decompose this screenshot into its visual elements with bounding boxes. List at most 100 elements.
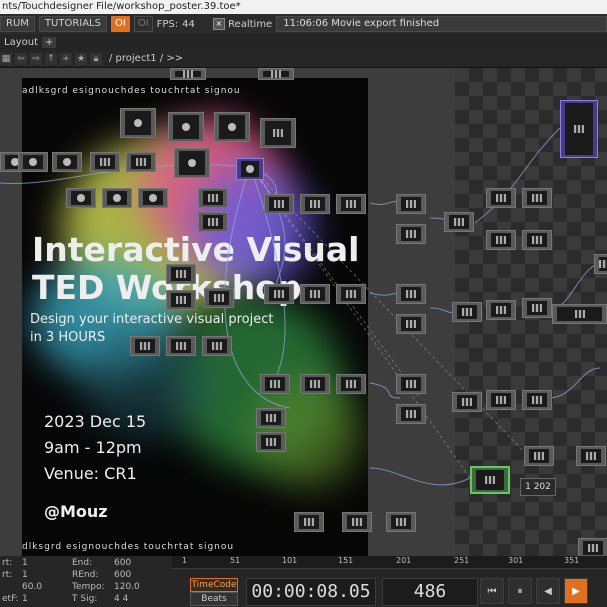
- operator-node[interactable]: [560, 100, 598, 158]
- fps-value: 44: [182, 18, 195, 30]
- operator-node[interactable]: [166, 264, 196, 284]
- status-message: 11:06:06 Movie export finished: [276, 16, 607, 32]
- rewind-button[interactable]: ⏮: [480, 578, 504, 604]
- operator-node[interactable]: [204, 288, 234, 308]
- operator-node[interactable]: [18, 152, 48, 172]
- operator-node[interactable]: [452, 302, 482, 322]
- tempo-value[interactable]: 120.0: [114, 582, 140, 592]
- realtime-checkbox[interactable]: × Realtime: [212, 18, 272, 30]
- operator-node[interactable]: [522, 298, 552, 318]
- operator-node[interactable]: [168, 112, 204, 142]
- operator-node[interactable]: [130, 336, 160, 356]
- operator-node[interactable]: [256, 408, 286, 428]
- operator-node[interactable]: [300, 284, 330, 304]
- up-arrow-icon[interactable]: ↑: [45, 52, 57, 65]
- operator-node[interactable]: [294, 512, 324, 532]
- operator-node[interactable]: [444, 212, 474, 232]
- operator-node[interactable]: [66, 188, 96, 208]
- frame-display[interactable]: 486: [382, 578, 478, 606]
- ruler-tick: 51: [230, 556, 241, 565]
- operator-node[interactable]: [120, 108, 156, 138]
- oi2-button[interactable]: OI: [133, 16, 153, 32]
- lock-icon[interactable]: 🔒︎: [90, 52, 102, 65]
- operator-node[interactable]: [258, 68, 294, 80]
- operator-node[interactable]: [396, 374, 426, 394]
- star-icon[interactable]: ★: [75, 52, 87, 65]
- add-icon[interactable]: +: [60, 52, 72, 65]
- operator-node[interactable]: [170, 68, 206, 80]
- fps-value-field[interactable]: 60.0: [22, 582, 42, 592]
- ruler-tick: 351: [564, 556, 580, 565]
- operator-node[interactable]: [342, 512, 372, 532]
- tsig-value[interactable]: 4 4: [114, 594, 128, 604]
- operator-node[interactable]: [486, 188, 516, 208]
- operator-node[interactable]: [594, 254, 607, 274]
- back-arrow-icon[interactable]: ⇦: [15, 52, 27, 65]
- operator-node[interactable]: [138, 188, 168, 208]
- operator-node[interactable]: [486, 300, 516, 320]
- operator-node[interactable]: [202, 336, 232, 356]
- forum-button[interactable]: RUM: [0, 16, 35, 32]
- operator-node[interactable]: [336, 194, 366, 214]
- resetf-value[interactable]: 1: [22, 594, 28, 604]
- network-editor[interactable]: adlksgrd esignouchdes touchrtat signou I…: [0, 68, 607, 556]
- operator-node[interactable]: [336, 374, 366, 394]
- operator-node[interactable]: [102, 188, 132, 208]
- operator-node[interactable]: [166, 290, 196, 310]
- operator-node[interactable]: [260, 118, 296, 148]
- operator-node[interactable]: [166, 336, 196, 356]
- operator-node[interactable]: [214, 112, 250, 142]
- rend-value[interactable]: 600: [114, 570, 131, 580]
- operator-node[interactable]: [524, 446, 554, 466]
- operator-node[interactable]: [300, 374, 330, 394]
- operator-node[interactable]: [52, 152, 82, 172]
- tutorials-button[interactable]: TUTORIALS: [38, 16, 107, 32]
- operator-node[interactable]: [386, 512, 416, 532]
- operator-node[interactable]: [174, 148, 210, 178]
- step-back-button[interactable]: ◀: [536, 578, 560, 604]
- beats-toggle[interactable]: Beats: [190, 592, 238, 606]
- grid-icon[interactable]: ▦: [0, 52, 12, 65]
- operator-node[interactable]: [452, 392, 482, 412]
- network-path[interactable]: / project1 / >>: [109, 53, 183, 64]
- start-value[interactable]: 1: [22, 558, 28, 568]
- operator-node[interactable]: [552, 304, 607, 324]
- layout-tab[interactable]: Layout: [0, 37, 42, 48]
- timecode-display[interactable]: 00:00:08.05: [246, 578, 376, 606]
- operator-node[interactable]: [396, 194, 426, 214]
- operator-node[interactable]: [300, 194, 330, 214]
- operator-node[interactable]: [396, 404, 426, 424]
- operator-node[interactable]: [264, 284, 294, 304]
- selected-operator-node[interactable]: [470, 466, 510, 494]
- operator-node[interactable]: [198, 188, 228, 208]
- ruler-tick: 201: [396, 556, 412, 565]
- operator-node[interactable]: [256, 432, 286, 452]
- forward-arrow-icon[interactable]: ⇨: [30, 52, 42, 65]
- operator-node[interactable]: [486, 230, 516, 250]
- timeline-ruler[interactable]: 1 51 101 151 201 251 301 351: [172, 556, 607, 569]
- selected-operator-node[interactable]: [236, 158, 264, 180]
- operator-node[interactable]: [396, 284, 426, 304]
- pause-button[interactable]: ⏸: [508, 578, 532, 604]
- oi-button[interactable]: OI: [110, 16, 130, 32]
- timecode-toggle[interactable]: TimeCode: [190, 578, 238, 592]
- operator-node[interactable]: [396, 314, 426, 334]
- operator-node[interactable]: [522, 188, 552, 208]
- rstart-value[interactable]: 1: [22, 570, 28, 580]
- operator-node[interactable]: [260, 374, 290, 394]
- operator-node[interactable]: [396, 224, 426, 244]
- operator-node[interactable]: [486, 390, 516, 410]
- play-button[interactable]: ▶: [564, 578, 588, 604]
- end-value[interactable]: 600: [114, 558, 131, 568]
- operator-node[interactable]: [90, 152, 120, 172]
- operator-node[interactable]: [576, 446, 606, 466]
- operator-node[interactable]: [578, 538, 607, 556]
- operator-node[interactable]: [522, 390, 552, 410]
- operator-node[interactable]: [264, 194, 294, 214]
- operator-node[interactable]: [522, 230, 552, 250]
- operator-node[interactable]: [126, 152, 156, 172]
- operator-node[interactable]: [198, 212, 228, 232]
- add-layout-button[interactable]: +: [42, 36, 57, 48]
- operator-node[interactable]: [336, 284, 366, 304]
- node-value-label[interactable]: 1 202: [520, 478, 556, 496]
